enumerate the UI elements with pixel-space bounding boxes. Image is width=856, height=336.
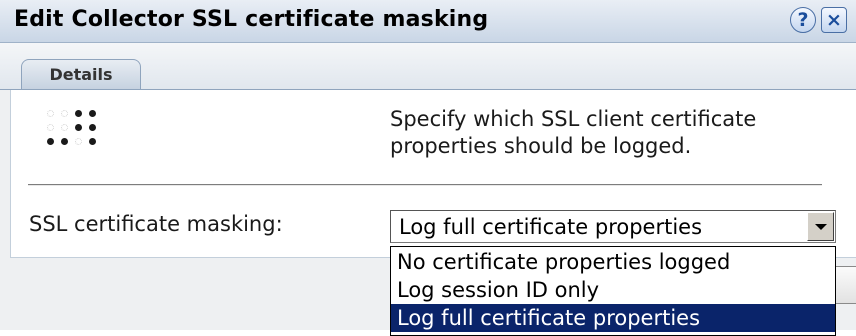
product-logo-icon: [45, 108, 115, 158]
dialog-titlebar: Edit Collector SSL certificate masking ?…: [0, 0, 856, 43]
help-icon[interactable]: ?: [790, 7, 816, 33]
close-icon[interactable]: ×: [821, 7, 847, 33]
description-text: Specify which SSL client certificate pro…: [390, 107, 757, 158]
select-current-value: Log full certificate properties: [399, 215, 703, 239]
option-no-certificate-properties[interactable]: No certificate properties logged: [391, 248, 835, 276]
chevron-down-icon[interactable]: [807, 212, 834, 241]
dialog-title: Edit Collector SSL certificate masking: [14, 7, 489, 32]
tab-strip: Details: [0, 43, 856, 90]
ssl-masking-label: SSL certificate masking:: [29, 212, 283, 236]
dialog-window: Edit Collector SSL certificate masking ?…: [0, 0, 856, 336]
option-log-full-certificate[interactable]: Log full certificate properties: [391, 304, 835, 332]
ssl-masking-select[interactable]: Log full certificate properties: [390, 210, 836, 243]
tab-details[interactable]: Details: [21, 59, 141, 89]
divider: [28, 184, 822, 186]
option-log-session-id[interactable]: Log session ID only: [391, 276, 835, 304]
select-dropdown-list: No certificate properties logged Log ses…: [390, 246, 836, 336]
